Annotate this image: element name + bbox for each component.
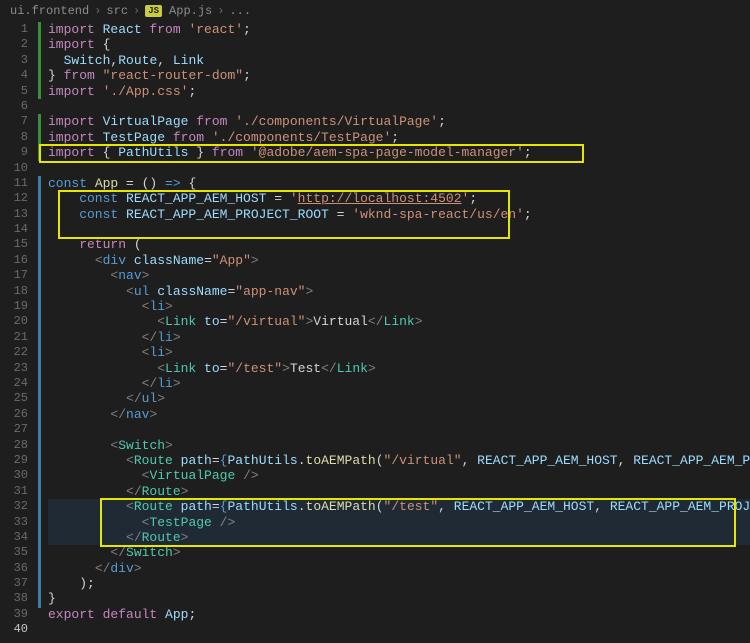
code-line[interactable]: ); (48, 576, 750, 591)
code-line[interactable]: <nav> (48, 268, 750, 283)
chevron-right-icon: › (217, 4, 224, 18)
code-line[interactable]: return ( (48, 237, 750, 252)
code-line[interactable]: </li> (48, 376, 750, 391)
code-line[interactable] (48, 161, 750, 176)
breadcrumb: ui.frontend › src › JS App.js › ... (0, 0, 750, 22)
code-line[interactable]: <VirtualPage /> (48, 468, 750, 483)
code-line[interactable]: import { PathUtils } from '@adobe/aem-sp… (48, 145, 750, 160)
code-line[interactable]: </Route> (48, 530, 750, 545)
editor[interactable]: 12345 678910 1112131415 1617181920 21222… (0, 22, 750, 643)
code-line[interactable]: </Switch> (48, 545, 750, 560)
code-line[interactable]: const REACT_APP_AEM_PROJECT_ROOT = 'wknd… (48, 207, 750, 222)
code-line[interactable] (48, 422, 750, 437)
code-line[interactable]: <Switch> (48, 438, 750, 453)
code-line[interactable]: import React from 'react'; (48, 22, 750, 37)
code-line[interactable]: </ul> (48, 391, 750, 406)
code-line[interactable]: <li> (48, 345, 750, 360)
code-line[interactable]: import { (48, 37, 750, 52)
code-line[interactable]: <Route path={PathUtils.toAEMPath("/test"… (48, 499, 750, 514)
code-line[interactable]: import VirtualPage from './components/Vi… (48, 114, 750, 129)
code-line[interactable]: <Link to="/virtual">Virtual</Link> (48, 314, 750, 329)
chevron-right-icon: › (94, 4, 101, 18)
code-line[interactable]: <li> (48, 299, 750, 314)
code-line[interactable]: const App = () => { (48, 176, 750, 191)
code-line[interactable]: Switch,Route, Link (48, 53, 750, 68)
code-line[interactable]: } (48, 591, 750, 606)
breadcrumb-item[interactable]: ... (229, 4, 251, 18)
code-line[interactable] (48, 222, 750, 237)
code-line[interactable]: </li> (48, 330, 750, 345)
code-line[interactable] (48, 99, 750, 114)
code-line[interactable]: </nav> (48, 407, 750, 422)
chevron-right-icon: › (133, 4, 140, 18)
breadcrumb-item[interactable]: App.js (169, 4, 212, 18)
code-line[interactable]: <ul className="app-nav"> (48, 284, 750, 299)
code-line[interactable]: import './App.css'; (48, 84, 750, 99)
js-file-icon: JS (145, 5, 162, 17)
code-line[interactable]: <div className="App"> (48, 253, 750, 268)
code-line[interactable]: </Route> (48, 484, 750, 499)
code-line[interactable]: const REACT_APP_AEM_HOST = 'http://local… (48, 191, 750, 206)
breadcrumb-item[interactable]: src (106, 4, 128, 18)
code-line[interactable] (48, 622, 750, 637)
code-line[interactable]: <Route path={PathUtils.toAEMPath("/virtu… (48, 453, 750, 468)
code-line[interactable]: <TestPage /> (48, 515, 750, 530)
code-line[interactable]: <Link to="/test">Test</Link> (48, 361, 750, 376)
line-gutter: 12345 678910 1112131415 1617181920 21222… (0, 22, 38, 643)
code-line[interactable]: export default App; (48, 607, 750, 622)
code-line[interactable]: import TestPage from './components/TestP… (48, 130, 750, 145)
breadcrumb-item[interactable]: ui.frontend (10, 4, 89, 18)
code-line[interactable]: } from "react-router-dom"; (48, 68, 750, 83)
code-area[interactable]: import React from 'react'; import { Swit… (42, 22, 750, 643)
code-line[interactable]: </div> (48, 561, 750, 576)
